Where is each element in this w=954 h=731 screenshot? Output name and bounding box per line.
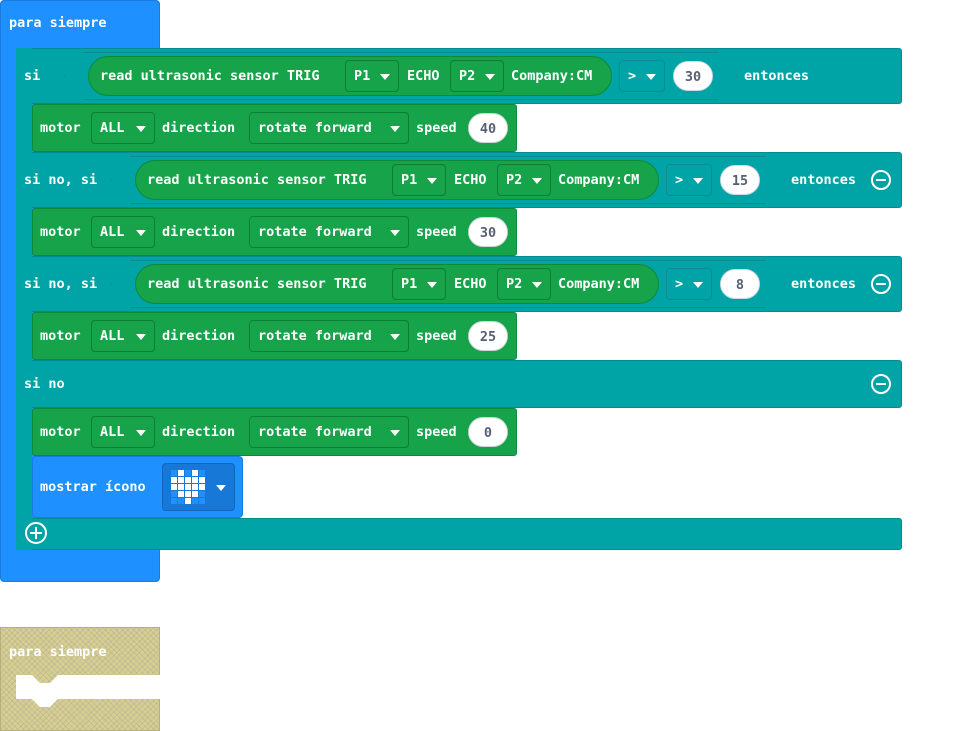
- heart-icon: [171, 470, 205, 504]
- direction-dropdown[interactable]: rotate forward: [249, 320, 409, 352]
- caret-down-icon: [136, 230, 146, 236]
- trig-pin-dropdown[interactable]: P1: [392, 164, 446, 196]
- threshold-input[interactable]: 30: [673, 61, 713, 91]
- caret-down-icon: [380, 74, 390, 80]
- minus-circle-icon[interactable]: [871, 170, 891, 190]
- if-block-spine: [16, 48, 32, 550]
- operator-dropdown[interactable]: >: [619, 60, 665, 92]
- caret-down-icon: [390, 230, 400, 236]
- speed-label: speed: [416, 424, 457, 440]
- trig-pin-dropdown[interactable]: P1: [345, 60, 399, 92]
- echo-label: ECHO: [407, 68, 440, 84]
- caret-down-icon: [532, 178, 542, 184]
- motor-label: motor: [40, 424, 81, 440]
- then-label: entonces: [744, 68, 810, 84]
- caret-down-icon: [646, 74, 656, 80]
- operator-dropdown[interactable]: >: [666, 164, 712, 196]
- echo-pin-dropdown[interactable]: P2: [497, 268, 551, 300]
- threshold-input[interactable]: 15: [720, 165, 760, 195]
- speed-input[interactable]: 25: [468, 321, 508, 351]
- threshold-input[interactable]: 8: [720, 269, 760, 299]
- caret-down-icon: [390, 430, 400, 436]
- show-icon-label: mostrar ícono: [40, 479, 146, 495]
- trig-pin-dropdown[interactable]: P1: [392, 268, 446, 300]
- speed-label: speed: [416, 328, 457, 344]
- unit-label: Company:CM: [558, 172, 640, 188]
- motor-label: motor: [40, 328, 81, 344]
- echo-pin-dropdown[interactable]: P2: [450, 60, 504, 92]
- minus-circle-icon[interactable]: [871, 374, 891, 394]
- caret-down-icon: [390, 334, 400, 340]
- motor-select-dropdown[interactable]: ALL: [91, 320, 155, 352]
- then-label: entonces: [791, 276, 857, 292]
- caret-down-icon: [693, 178, 703, 184]
- else-clause-bar[interactable]: [16, 360, 902, 408]
- sensor-label: read ultrasonic sensor TRIG: [100, 68, 320, 84]
- operator-dropdown[interactable]: >: [666, 268, 712, 300]
- direction-label: direction: [162, 120, 236, 136]
- caret-down-icon: [427, 178, 437, 184]
- else-keyword: si no: [24, 376, 65, 392]
- motor-select-dropdown[interactable]: ALL: [91, 416, 155, 448]
- echo-label: ECHO: [454, 276, 487, 292]
- echo-pin-dropdown[interactable]: P2: [497, 164, 551, 196]
- motor-label: motor: [40, 224, 81, 240]
- icon-picker-dropdown[interactable]: [162, 463, 235, 511]
- caret-down-icon: [390, 126, 400, 132]
- plus-circle-icon[interactable]: [25, 522, 47, 544]
- disabled-forever-block[interactable]: para siempre: [0, 627, 160, 731]
- motor-label: motor: [40, 120, 81, 136]
- speed-label: speed: [416, 120, 457, 136]
- minus-circle-icon[interactable]: [871, 274, 891, 294]
- direction-dropdown[interactable]: rotate forward: [249, 216, 409, 248]
- if-keyword: si: [24, 68, 41, 84]
- speed-input[interactable]: 30: [468, 217, 508, 247]
- speed-input[interactable]: 0: [468, 417, 508, 447]
- then-label: entonces: [791, 172, 857, 188]
- motor-select-dropdown[interactable]: ALL: [91, 112, 155, 144]
- echo-label: ECHO: [454, 172, 487, 188]
- elseif-keyword: si no, si: [24, 276, 98, 292]
- if-block-footer: [16, 518, 902, 550]
- caret-down-icon: [136, 430, 146, 436]
- direction-dropdown[interactable]: rotate forward: [249, 416, 409, 448]
- sensor-label: read ultrasonic sensor TRIG: [147, 172, 367, 188]
- caret-down-icon: [136, 334, 146, 340]
- caret-down-icon: [532, 282, 542, 288]
- sensor-label: read ultrasonic sensor TRIG: [147, 276, 367, 292]
- direction-label: direction: [162, 224, 236, 240]
- unit-label: Company:CM: [558, 276, 640, 292]
- direction-dropdown[interactable]: rotate forward: [249, 112, 409, 144]
- elseif-keyword: si no, si: [24, 172, 98, 188]
- direction-label: direction: [162, 424, 236, 440]
- caret-down-icon: [485, 74, 495, 80]
- forever-label: para siempre: [9, 644, 107, 660]
- speed-label: speed: [416, 224, 457, 240]
- caret-down-icon: [136, 126, 146, 132]
- speed-input[interactable]: 40: [468, 113, 508, 143]
- caret-down-icon: [216, 485, 226, 491]
- motor-select-dropdown[interactable]: ALL: [91, 216, 155, 248]
- direction-label: direction: [162, 328, 236, 344]
- caret-down-icon: [427, 282, 437, 288]
- unit-label: Company:CM: [511, 68, 593, 84]
- caret-down-icon: [693, 282, 703, 288]
- forever-label: para siempre: [9, 15, 107, 31]
